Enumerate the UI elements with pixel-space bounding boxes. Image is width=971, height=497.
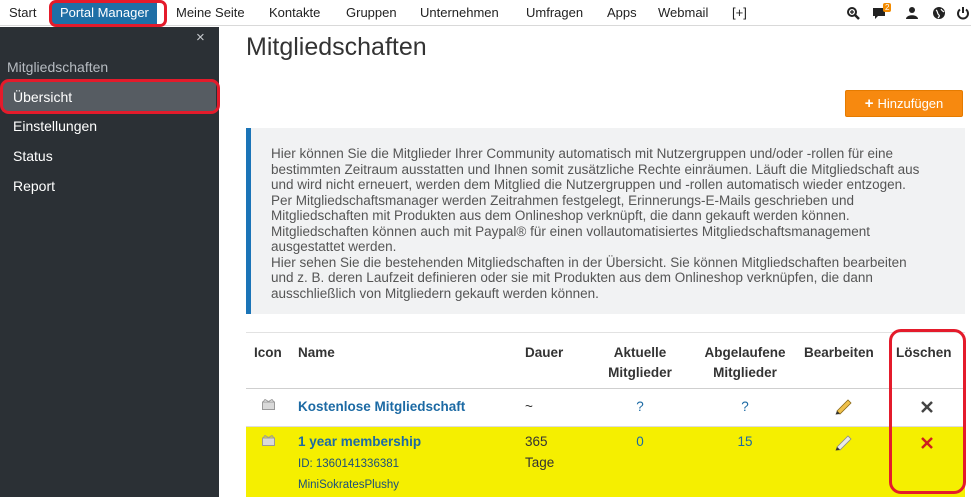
- nav-portal-manager[interactable]: Portal Manager: [52, 1, 157, 25]
- edit-pencil-icon[interactable]: [834, 397, 854, 415]
- header-delete: Löschen: [896, 345, 952, 360]
- info-line: bestimmten Zeitraum ausstatten und Ihnen…: [271, 161, 920, 177]
- info-line: Hier sehen Sie die bestehenden Mitglieds…: [271, 254, 907, 270]
- info-line: und wird nicht erneuert, werden dem Mitg…: [271, 177, 906, 192]
- header-current-line2: Mitglieder: [608, 365, 672, 380]
- memberships-table: Icon Name Dauer Aktuelle Mitglieder Abge…: [246, 332, 965, 497]
- header-edit: Bearbeiten: [804, 345, 874, 360]
- duration-unit: Tage: [525, 455, 555, 470]
- page-title: Mitgliedschaften: [246, 33, 427, 61]
- nav-umfragen[interactable]: Umfragen: [526, 0, 583, 26]
- header-current-line1: Aktuelle: [613, 345, 667, 360]
- edit-pencil-icon[interactable]: [834, 433, 854, 451]
- power-icon[interactable]: [956, 6, 970, 20]
- header-name: Name: [298, 345, 335, 360]
- add-membership-button[interactable]: + Hinzufügen: [845, 90, 963, 117]
- info-line: Per Mitgliedschaftsmanager werden Zeitra…: [271, 192, 855, 208]
- table-header: Icon Name Dauer Aktuelle Mitglieder Abge…: [246, 332, 965, 389]
- info-text: Hier können Sie die Mitglieder Ihrer Com…: [271, 146, 961, 301]
- duration-value: ~: [525, 399, 533, 414]
- sidebar-item-einstellungen[interactable]: Einstellungen: [0, 111, 219, 141]
- nav-kontakte[interactable]: Kontakte: [269, 0, 320, 26]
- duration-value: 365 Tage: [525, 431, 554, 473]
- sidebar-heading: Mitgliedschaften: [7, 59, 109, 75]
- info-line: ausgestattet werden.: [271, 239, 397, 254]
- sidebar-item-uebersicht[interactable]: Übersicht: [2, 82, 216, 112]
- current-members-value[interactable]: 0: [620, 431, 660, 452]
- nav-webmail[interactable]: Webmail: [658, 0, 708, 26]
- nav-start[interactable]: Start: [9, 0, 36, 26]
- sidebar-item-report[interactable]: Report: [0, 171, 219, 201]
- membership-name-link[interactable]: Kostenlose Mitgliedschaft: [298, 396, 465, 417]
- membership-id: ID: 1360141336381: [298, 458, 400, 470]
- current-members-value[interactable]: ?: [620, 396, 660, 417]
- header-expired-line2: Mitglieder: [713, 365, 777, 380]
- globe-icon[interactable]: [932, 6, 946, 20]
- sidebar-item-status[interactable]: Status: [0, 141, 219, 171]
- info-line: Mitgliedschaften mit Produkten aus dem O…: [271, 208, 850, 223]
- nav-gruppen[interactable]: Gruppen: [346, 0, 397, 26]
- table-row-highlighted: 1 year membership ID: 1360141336381 Mini…: [246, 427, 965, 497]
- nav-apps[interactable]: Apps: [607, 0, 637, 26]
- info-line: Hier können Sie die Mitglieder Ihrer Com…: [271, 146, 894, 161]
- header-current-members: Aktuelle Mitglieder: [590, 343, 690, 383]
- membership-name-link[interactable]: 1 year membership: [298, 431, 421, 452]
- nav-more[interactable]: [+]: [732, 0, 747, 26]
- sidebar-close-icon[interactable]: ×: [196, 29, 205, 46]
- info-line: ausschließlich von Mitgliedern gekauft w…: [271, 285, 599, 301]
- info-line: und z. B. deren Laufzeit definieren oder…: [271, 270, 873, 285]
- notification-badge: 2: [883, 3, 892, 12]
- nav-meine-seite[interactable]: Meine Seite: [176, 0, 245, 26]
- header-duration: Dauer: [525, 345, 564, 360]
- plus-icon: +: [864, 95, 874, 112]
- header-icon: Icon: [254, 345, 282, 360]
- header-expired-members: Abgelaufene Mitglieder: [695, 343, 795, 383]
- info-line: Mitgliedschaften können auch mit Paypal®…: [271, 223, 871, 239]
- top-navigation-bar: Start Portal Manager Meine Seite Kontakt…: [0, 0, 971, 26]
- linked-product[interactable]: MiniSokratesPlushy: [298, 475, 399, 496]
- nav-unternehmen[interactable]: Unternehmen: [420, 0, 499, 26]
- header-expired-line1: Abgelaufene: [704, 345, 786, 360]
- membership-icon: [262, 399, 275, 410]
- expired-members-value[interactable]: 15: [725, 431, 765, 452]
- delete-x-icon[interactable]: [919, 435, 935, 451]
- search-icon[interactable]: [846, 6, 860, 20]
- sidebar: × Mitgliedschaften Übersicht Einstellung…: [0, 27, 220, 497]
- expired-members-value[interactable]: ?: [725, 396, 765, 417]
- table-row: Kostenlose Mitgliedschaft ~ ? ?: [246, 390, 965, 427]
- user-icon[interactable]: [905, 6, 919, 20]
- info-box: Hier können Sie die Mitglieder Ihrer Com…: [246, 128, 965, 314]
- membership-icon: [262, 435, 275, 446]
- delete-x-icon[interactable]: [919, 399, 935, 415]
- add-button-label: Hinzufügen: [877, 96, 944, 111]
- duration-number: 365: [525, 434, 548, 449]
